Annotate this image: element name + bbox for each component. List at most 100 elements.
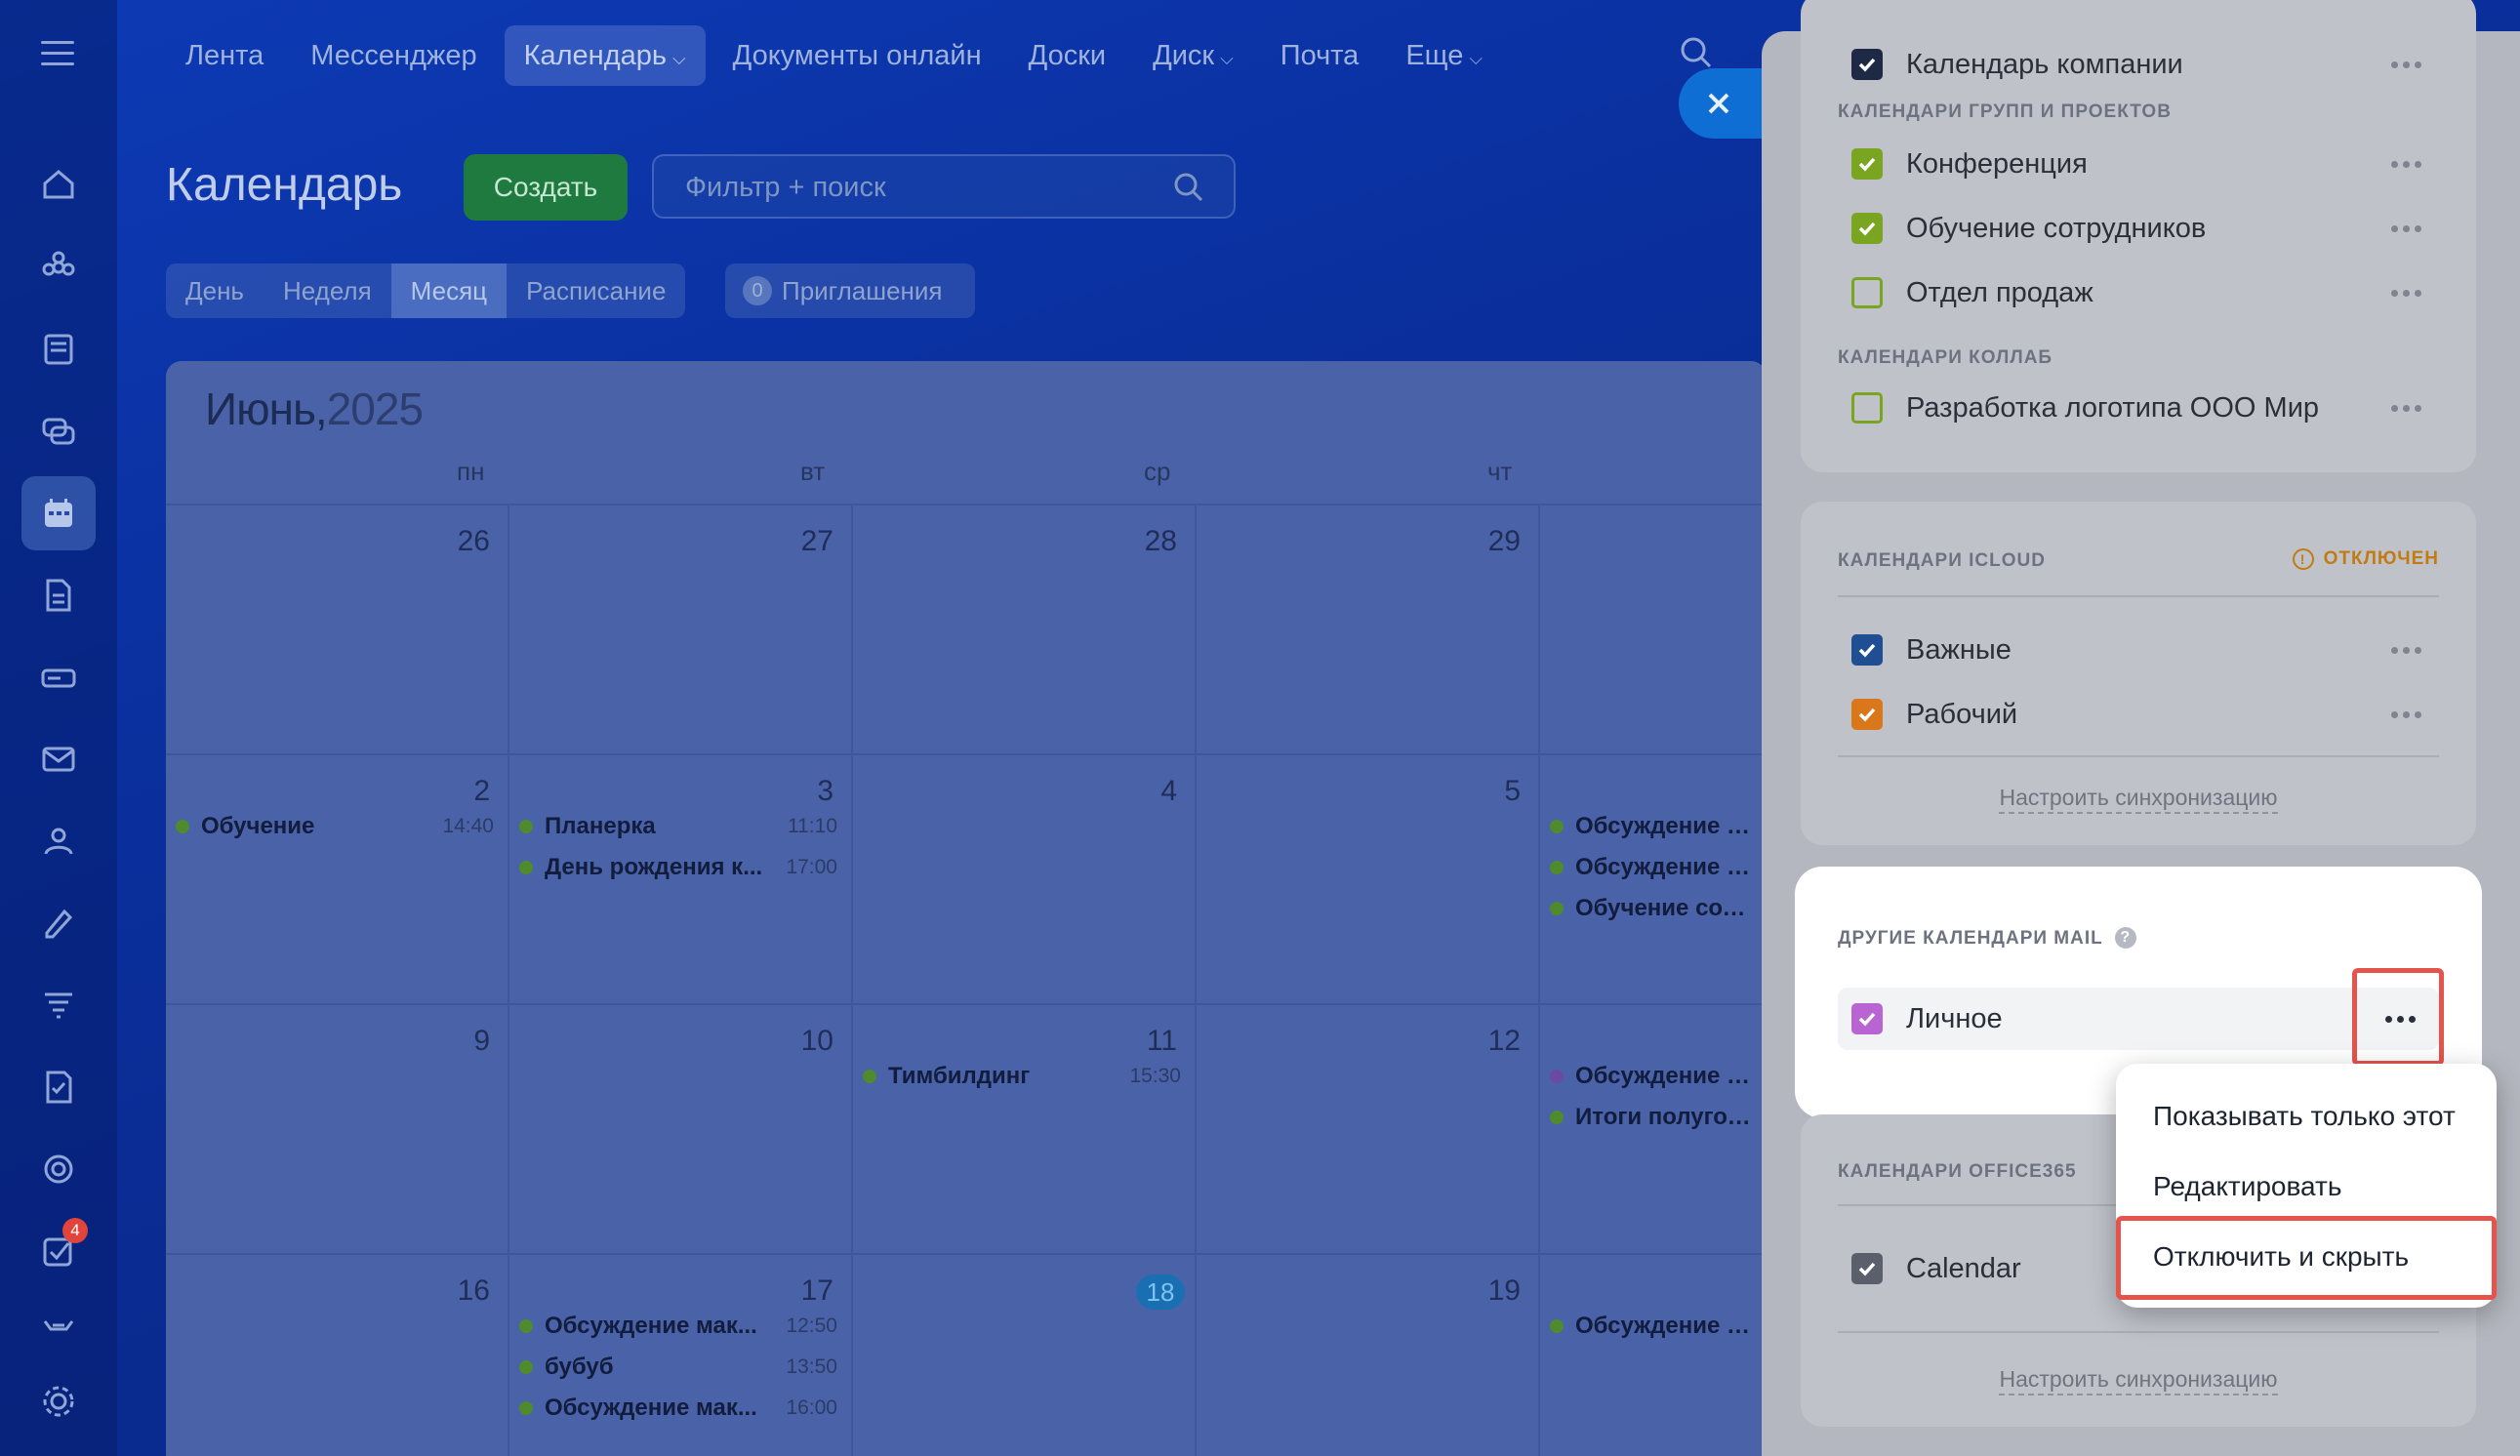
nav-item[interactable]: Документы онлайн: [713, 25, 1001, 86]
sidebar-chat-button[interactable]: [21, 394, 96, 468]
day-cell[interactable]: [1540, 504, 1767, 753]
day-cell[interactable]: 2 Обучение 14:40: [166, 753, 509, 1003]
checkbox[interactable]: [1851, 213, 1883, 244]
calendar-event[interactable]: Обсуждение мак: [1550, 810, 1751, 843]
sync-settings-link[interactable]: Настроить синхронизацию: [1801, 1366, 2476, 1395]
more-icon[interactable]: [2386, 160, 2425, 168]
nav-item[interactable]: Доски: [1009, 25, 1125, 86]
day-cell[interactable]: 9: [166, 1003, 509, 1253]
more-icon[interactable]: [2386, 224, 2425, 232]
checkbox[interactable]: [1851, 392, 1883, 424]
filter-search-input[interactable]: [683, 156, 1156, 219]
day-cell[interactable]: 16: [166, 1253, 509, 1456]
view-tab[interactable]: День: [166, 263, 264, 318]
calendar-row[interactable]: Важные: [1851, 619, 2425, 681]
sidebar-calendar-button[interactable]: [21, 476, 96, 550]
search-icon[interactable]: [1171, 170, 1206, 205]
sidebar-home-button[interactable]: [21, 146, 96, 221]
nav-item[interactable]: Лента: [166, 25, 283, 86]
calendar-row[interactable]: Отдел продаж: [1851, 262, 2425, 324]
checkbox[interactable]: [1851, 634, 1883, 666]
calendar-row[interactable]: Конференция: [1851, 133, 2425, 195]
day-cell[interactable]: 4: [853, 753, 1197, 1003]
day-cell[interactable]: 17 Обсуждение мак... 12:50 бубуб 13:50 Обсужд…: [509, 1253, 853, 1456]
nav-item[interactable]: Мессенджер: [291, 25, 496, 86]
sidebar-filter-funnel-button[interactable]: [21, 968, 96, 1042]
sidebar-newspaper-button[interactable]: [21, 312, 96, 386]
menu-burger-icon[interactable]: [41, 41, 74, 73]
sidebar-mail-button[interactable]: [21, 722, 96, 796]
day-cell[interactable]: 11 Тимбилдинг 15:30: [853, 1003, 1197, 1253]
nav-item[interactable]: Почта: [1261, 25, 1379, 86]
day-cell[interactable]: Обсуждение мак: [1540, 1253, 1767, 1456]
checkbox[interactable]: [1851, 1253, 1883, 1284]
help-icon[interactable]: ?: [2114, 927, 2136, 949]
calendar-row[interactable]: Личное: [1838, 988, 2439, 1050]
calendar-event[interactable]: Тимбилдинг 15:30: [863, 1060, 1181, 1093]
more-icon[interactable]: [2386, 710, 2425, 718]
view-tab[interactable]: Месяц: [390, 263, 508, 318]
sidebar-checklist-button[interactable]: [21, 1050, 96, 1124]
sidebar-tasks-button[interactable]: 4: [21, 1214, 96, 1288]
day-cell[interactable]: Обсуждение мак Обсуждение мак Обучение сот…: [1540, 753, 1767, 1003]
sidebar-settings-button[interactable]: [21, 1364, 96, 1438]
day-cell[interactable]: 28: [853, 504, 1197, 753]
event-time: 13:50: [786, 1355, 837, 1378]
day-cell[interactable]: 27: [509, 504, 853, 753]
calendar-row[interactable]: Рабочий: [1851, 683, 2425, 746]
checkbox[interactable]: [1851, 277, 1883, 308]
calendar-event[interactable]: День рождения к... 17:00: [519, 851, 837, 884]
calendar-event[interactable]: Обсуждение мак: [1550, 851, 1751, 884]
day-cell[interactable]: 19: [1197, 1253, 1540, 1456]
view-tab[interactable]: Неделя: [264, 263, 391, 318]
calendar-event[interactable]: Обсуждение мак: [1550, 1310, 1751, 1343]
checkbox[interactable]: [1851, 49, 1883, 80]
day-cell[interactable]: 12: [1197, 1003, 1540, 1253]
calendar-event[interactable]: Обучение 14:40: [176, 810, 494, 843]
more-icon[interactable]: [2386, 646, 2425, 654]
day-cell[interactable]: 10: [509, 1003, 853, 1253]
day-cell[interactable]: 18: [853, 1253, 1197, 1456]
sidebar-sign-button[interactable]: [21, 886, 96, 960]
calendar-event[interactable]: Обсуждение мак... 12:50: [519, 1310, 837, 1343]
nav-item[interactable]: Еще ⌵: [1386, 25, 1502, 86]
sidebar-cat-button[interactable]: [21, 1288, 96, 1362]
day-cell[interactable]: 3 Планерка 11:10 День рождения к... 17:00: [509, 753, 853, 1003]
more-icon[interactable]: [2386, 404, 2425, 412]
nav-item[interactable]: Диск ⌵: [1133, 25, 1253, 86]
invitations-button[interactable]: 0 Приглашения: [725, 263, 975, 318]
calendar-row[interactable]: Календарь компании: [1851, 33, 2425, 96]
calendar-event[interactable]: бубуб 13:50: [519, 1351, 837, 1384]
event-dot-icon: [863, 1070, 876, 1083]
sidebar-contacts-button[interactable]: [21, 804, 96, 878]
menu-item-edit[interactable]: Редактировать: [2153, 1171, 2341, 1202]
calendar-event[interactable]: Обучение сотруд: [1550, 892, 1751, 925]
checkbox[interactable]: [1851, 1003, 1883, 1034]
calendar-event[interactable]: Обсуждение мак: [1550, 1060, 1751, 1093]
view-tab[interactable]: Расписание: [507, 263, 685, 318]
sidebar-document-button[interactable]: [21, 558, 96, 632]
section-title: КАЛЕНДАРИ ICLOUD: [1838, 550, 2046, 571]
more-icon[interactable]: [2386, 61, 2425, 68]
top-search-icon[interactable]: [1677, 33, 1716, 72]
checkbox[interactable]: [1851, 148, 1883, 180]
checkbox[interactable]: [1851, 699, 1883, 730]
calendar-row[interactable]: Обучение сотрудников: [1851, 197, 2425, 260]
event-dot-icon: [176, 820, 189, 833]
create-button[interactable]: Создать: [464, 154, 628, 221]
nav-item[interactable]: Календарь ⌵: [504, 25, 706, 86]
day-cell[interactable]: Обсуждение мак Итоги полугодия: [1540, 1003, 1767, 1253]
day-cell[interactable]: 5: [1197, 753, 1540, 1003]
menu-item-show-only-this[interactable]: Показывать только этот: [2153, 1101, 2456, 1132]
sidebar-drive-button[interactable]: [21, 640, 96, 714]
sidebar-flower-button[interactable]: [21, 230, 96, 304]
calendar-event[interactable]: Итоги полугодия: [1550, 1101, 1751, 1134]
calendar-row[interactable]: Разработка логотипа ООО Мир: [1851, 377, 2425, 439]
sidebar-target-button[interactable]: [21, 1132, 96, 1206]
calendar-event[interactable]: Планерка 11:10: [519, 810, 837, 843]
day-cell[interactable]: 26: [166, 504, 509, 753]
day-cell[interactable]: 29: [1197, 504, 1540, 753]
more-icon[interactable]: [2386, 289, 2425, 297]
calendar-event[interactable]: Обсуждение мак... 16:00: [519, 1392, 837, 1425]
sync-settings-link[interactable]: Настроить синхронизацию: [1801, 785, 2476, 814]
